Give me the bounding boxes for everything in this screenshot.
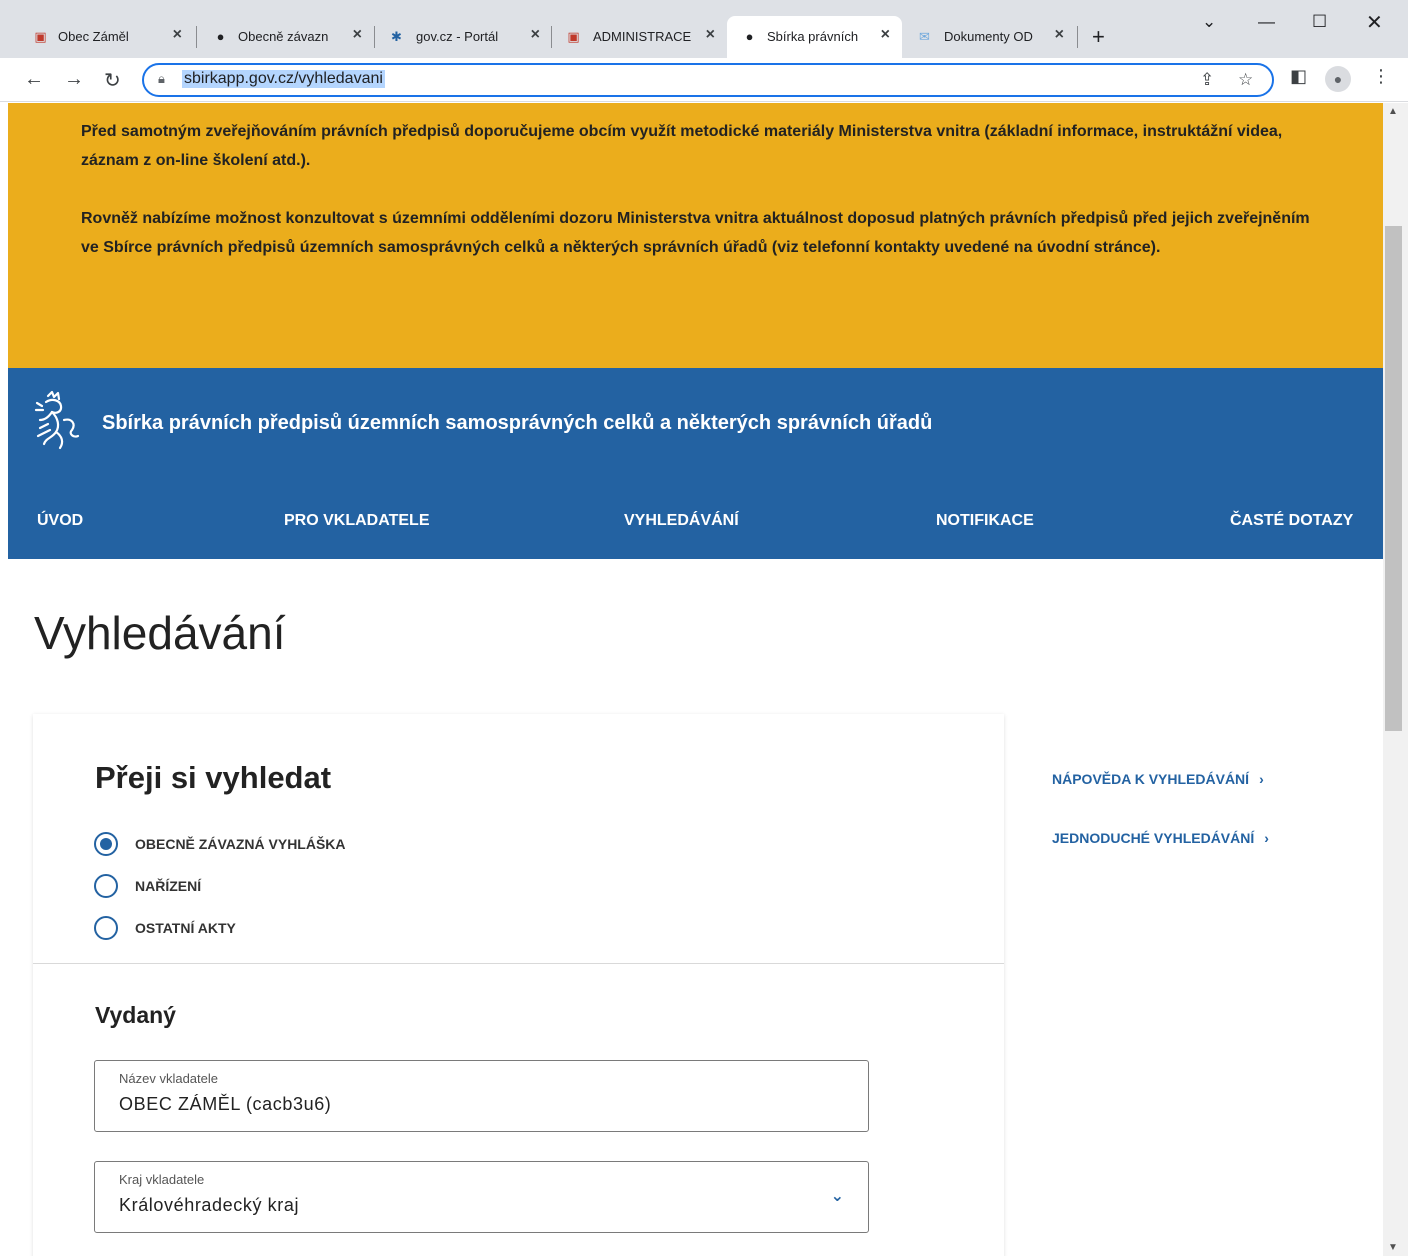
section-divider xyxy=(33,963,1004,964)
share-icon[interactable]: ⇪ xyxy=(1200,70,1214,90)
radio-narizeni[interactable]: NAŘÍZENÍ xyxy=(94,874,201,898)
close-icon[interactable]: × xyxy=(531,26,540,44)
close-icon[interactable]: × xyxy=(353,26,362,44)
browser-tab[interactable]: ▣ Obec Záměl × xyxy=(8,16,194,58)
globe-icon: ● xyxy=(745,29,754,44)
lock-icon[interactable]: 🔒︎ xyxy=(158,71,165,87)
globe-icon: ● xyxy=(216,29,225,44)
help-search-link[interactable]: NÁPOVĚDA K VYHLEDÁVÁNÍ › xyxy=(1052,771,1264,787)
scrollbar-thumb[interactable] xyxy=(1385,226,1402,731)
notice-paragraph: Před samotným zveřejňováním právních pře… xyxy=(81,123,1283,169)
obec-icon: ▣ xyxy=(567,28,580,44)
back-icon[interactable]: ← xyxy=(24,68,44,91)
scroll-up-arrow-icon[interactable]: ▲ xyxy=(1388,106,1398,117)
site-title[interactable]: Sbírka právních předpisů územních samosp… xyxy=(102,412,932,435)
radio-empty-icon[interactable] xyxy=(94,874,118,898)
tab-title: Dokumenty OD xyxy=(944,29,1033,44)
side-panel-icon[interactable]: ◧ xyxy=(1290,66,1307,87)
notice-paragraph: Rovněž nabízíme možnost konzultovat s úz… xyxy=(81,210,1310,256)
nav-link-caste-dotazy[interactable]: ČASTÉ DOTAZY xyxy=(1230,512,1353,530)
chevron-right-icon: › xyxy=(1264,830,1269,846)
tab-separator xyxy=(551,26,552,48)
page-title: Vyhledávání xyxy=(34,607,286,659)
url-text[interactable]: sbirkapp.gov.cz/vyhledavani xyxy=(182,70,385,88)
forward-icon[interactable]: → xyxy=(64,68,84,91)
tab-search-icon[interactable]: ⌄ xyxy=(1202,12,1216,32)
tab-separator xyxy=(196,26,197,48)
search-form-card: Přeji si vyhledat OBECNĚ ZÁVAZNÁ VYHLÁŠK… xyxy=(33,714,1004,1256)
reload-icon[interactable]: ↻ xyxy=(104,68,121,93)
field-value[interactable]: OBEC ZÁMĚL (cacb3u6) xyxy=(119,1094,331,1115)
close-icon[interactable]: × xyxy=(881,26,890,44)
tab-separator xyxy=(1077,26,1078,48)
close-icon[interactable]: × xyxy=(1055,26,1064,44)
page-scrollbar[interactable]: ▲ ▼ xyxy=(1383,103,1408,1256)
notice-banner: Před samotným zveřejňováním právních pře… xyxy=(8,103,1383,368)
radio-ostatni-akty[interactable]: OSTATNÍ AKTY xyxy=(94,916,236,940)
close-icon[interactable]: × xyxy=(173,26,182,44)
radio-label: OBECNĚ ZÁVAZNÁ VYHLÁŠKA xyxy=(135,836,346,852)
submitter-name-field[interactable]: Název vkladatele OBEC ZÁMĚL (cacb3u6) xyxy=(94,1060,869,1132)
minimize-icon[interactable]: — xyxy=(1258,12,1275,32)
mail-icon: ✉ xyxy=(919,28,930,44)
radio-empty-icon[interactable] xyxy=(94,916,118,940)
tab-title: Obec Záměl xyxy=(58,29,129,44)
browser-tab[interactable]: ▣ ADMINISTRACE × xyxy=(553,16,727,58)
browser-tab[interactable]: ✱ gov.cz - Portál × xyxy=(376,16,552,58)
page-viewport: Před samotným zveřejňováním právních pře… xyxy=(0,103,1383,1256)
radio-label: NAŘÍZENÍ xyxy=(135,878,202,894)
browser-tabstrip: ▣ Obec Záměl × ● Obecně závazn × ✱ gov.c… xyxy=(0,0,1408,58)
browser-tab[interactable]: ● Obecně závazn × xyxy=(198,16,374,58)
lion-emblem-icon[interactable] xyxy=(34,390,82,452)
chevron-right-icon: › xyxy=(1259,771,1264,787)
address-bar[interactable]: 🔒︎ sbirkapp.gov.cz/vyhledavani ⇪ ☆ xyxy=(142,63,1274,97)
region-select[interactable]: Kraj vkladatele Královéhradecký kraj ⌄ xyxy=(94,1161,869,1233)
nav-link-pro-vkladatele[interactable]: PRO VKLADATELE xyxy=(284,512,429,530)
site-header: Sbírka právních předpisů územních samosp… xyxy=(8,368,1383,559)
link-label: JEDNODUCHÉ VYHLEDÁVÁNÍ xyxy=(1052,830,1255,846)
field-label: Kraj vkladatele xyxy=(119,1172,205,1187)
browser-tab[interactable]: ✉ Dokumenty OD × xyxy=(904,16,1076,58)
close-icon[interactable]: × xyxy=(706,26,715,44)
main-nav: ÚVOD PRO VKLADATELE VYHLEDÁVÁNÍ NOTIFIKA… xyxy=(8,480,1383,559)
browser-toolbar: ← → ↻ 🔒︎ sbirkapp.gov.cz/vyhledavani ⇪ ☆ xyxy=(0,58,1408,102)
field-value[interactable]: Královéhradecký kraj xyxy=(119,1195,299,1216)
tab-title: ADMINISTRACE xyxy=(593,29,692,44)
tab-title: Obecně závazn xyxy=(238,29,329,44)
chevron-down-icon[interactable]: ⌄ xyxy=(831,1186,844,1206)
browser-tab-active[interactable]: ● Sbírka právních × xyxy=(727,16,902,58)
gov-icon: ✱ xyxy=(391,28,402,44)
menu-kebab-icon[interactable]: ⋮ xyxy=(1372,66,1390,87)
nav-link-notifikace[interactable]: NOTIFIKACE xyxy=(936,512,1034,530)
bookmark-star-icon[interactable]: ☆ xyxy=(1238,70,1253,90)
scroll-down-arrow-icon[interactable]: ▼ xyxy=(1388,1242,1398,1253)
section-title: Vydaný xyxy=(95,1002,176,1028)
new-tab-icon[interactable]: + xyxy=(1092,24,1105,50)
tab-separator xyxy=(374,26,375,48)
card-title: Přeji si vyhledat xyxy=(95,760,332,795)
radio-selected-icon[interactable] xyxy=(94,832,118,856)
profile-avatar-icon[interactable]: ● xyxy=(1325,66,1351,92)
maximize-icon[interactable]: ☐ xyxy=(1312,12,1327,32)
simple-search-link[interactable]: JEDNODUCHÉ VYHLEDÁVÁNÍ › xyxy=(1052,830,1269,846)
radio-obecne-zavazna-vyhlaska[interactable]: OBECNĚ ZÁVAZNÁ VYHLÁŠKA xyxy=(94,832,346,856)
nav-link-vyhledavani[interactable]: VYHLEDÁVÁNÍ xyxy=(624,512,739,530)
nav-link-uvod[interactable]: ÚVOD xyxy=(37,512,83,530)
window-close-icon[interactable]: ✕ xyxy=(1366,10,1383,35)
radio-label: OSTATNÍ AKTY xyxy=(135,920,236,936)
tab-title: Sbírka právních xyxy=(767,29,859,44)
obec-icon: ▣ xyxy=(34,28,47,44)
link-label: NÁPOVĚDA K VYHLEDÁVÁNÍ xyxy=(1052,771,1250,787)
tab-title: gov.cz - Portál xyxy=(416,29,499,44)
field-label: Název vkladatele xyxy=(119,1071,218,1086)
